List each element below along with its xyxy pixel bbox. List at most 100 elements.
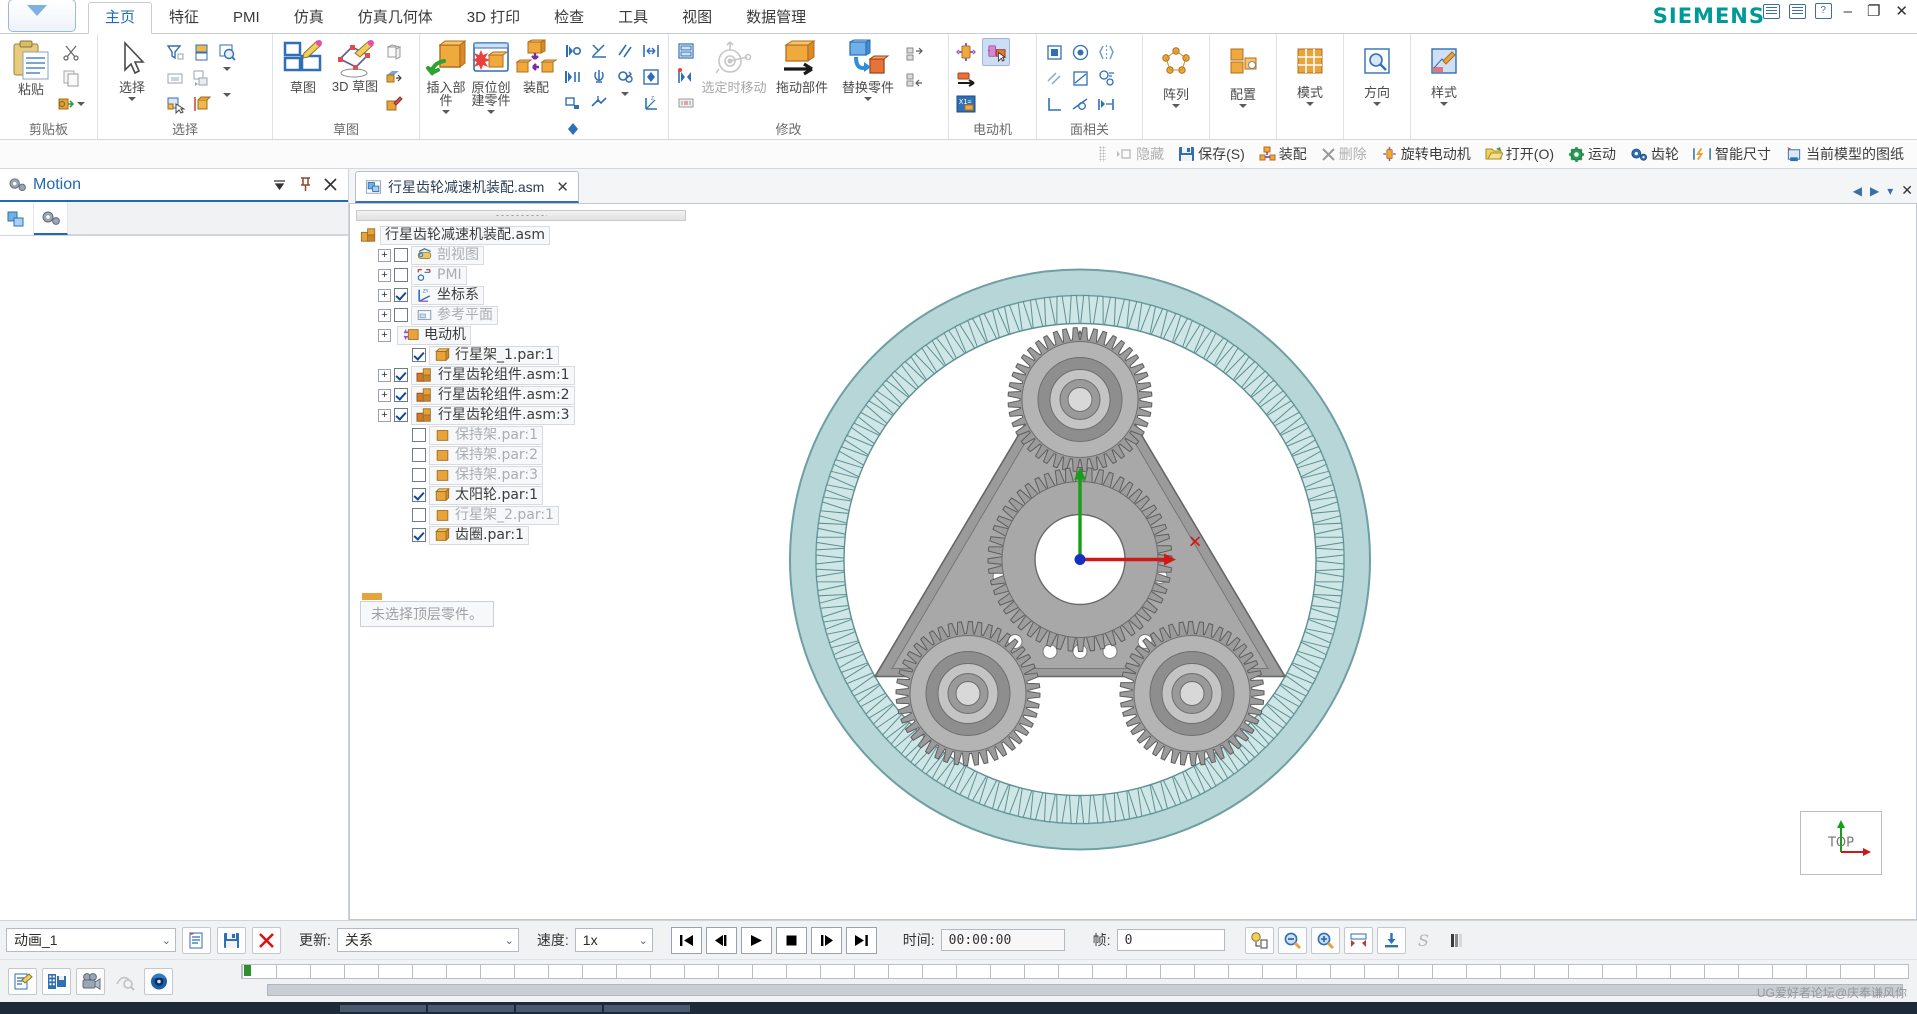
- tree-item-row[interactable]: + 行星齿轮组件.asm:1: [356, 365, 686, 385]
- save-animation-button[interactable]: [217, 926, 246, 954]
- align-left-icon[interactable]: [905, 45, 924, 64]
- document-tab-close-icon[interactable]: ✕: [556, 178, 569, 196]
- project-icon[interactable]: [385, 69, 403, 87]
- configuration-button[interactable]: 配置: [1214, 37, 1272, 108]
- skip-to-start-button[interactable]: [670, 926, 702, 954]
- paste-button[interactable]: 粘贴: [4, 37, 58, 96]
- find-icon[interactable]: [218, 43, 237, 62]
- tree-item-checkbox[interactable]: [394, 388, 408, 402]
- panel-pin-icon[interactable]: [296, 177, 315, 192]
- tree-drag-handle[interactable]: [356, 210, 686, 221]
- tree-expand-icon[interactable]: +: [378, 268, 391, 282]
- ribbon-tab-tools[interactable]: 工具: [601, 2, 665, 33]
- tree-item-checkbox[interactable]: [394, 308, 408, 322]
- camera-button[interactable]: [76, 967, 105, 995]
- disperse-icon[interactable]: [676, 93, 696, 113]
- graphics-window[interactable]: ✕ 行星齿轮减速机装配.asm + 剖视图 + PMI + ZY 坐标系 + 参考平面 + 电动机行…: [349, 203, 1917, 920]
- document-close-icon[interactable]: ✕: [1901, 182, 1913, 199]
- gear-relation-icon[interactable]: [616, 68, 634, 86]
- command-bar-grip[interactable]: [1099, 146, 1107, 162]
- tree-item-checkbox[interactable]: [394, 288, 408, 302]
- tree-item-row[interactable]: + 电动机: [356, 325, 686, 345]
- rotary-motor-icon[interactable]: [955, 41, 977, 63]
- angle-icon[interactable]: [590, 42, 608, 60]
- cylindrical-face-icon[interactable]: [1071, 43, 1090, 62]
- align-face-icon[interactable]: [1097, 95, 1116, 114]
- maximize-button[interactable]: ❐: [1864, 2, 1883, 20]
- time-field[interactable]: 00:00:00: [940, 929, 1065, 951]
- angled-face-icon[interactable]: [1071, 69, 1090, 88]
- rotary-motor-command[interactable]: 旋转电动机: [1374, 144, 1478, 164]
- motion-command[interactable]: 运动: [1561, 144, 1623, 164]
- select-stack-icon[interactable]: [192, 43, 211, 62]
- center-plane-icon[interactable]: [642, 68, 660, 86]
- animation-select[interactable]: 动画_1 ⌄: [6, 928, 176, 952]
- ribbon-minimize-icon[interactable]: [1788, 3, 1806, 19]
- tree-item-checkbox[interactable]: [412, 488, 426, 502]
- coord-relation-icon[interactable]: Z: [642, 94, 660, 112]
- assemble-button[interactable]: 装配: [514, 37, 558, 94]
- tree-item-checkbox[interactable]: [412, 428, 426, 442]
- select-window-icon[interactable]: [166, 69, 185, 88]
- panel-close-icon[interactable]: [321, 178, 340, 191]
- cut-icon[interactable]: [62, 43, 80, 61]
- move-on-select-button[interactable]: 选定时移动: [699, 37, 769, 94]
- zoom-out-button[interactable]: [1277, 926, 1307, 954]
- ribbon-tab-feature[interactable]: 特征: [152, 2, 216, 33]
- ribbon-tab-inspect[interactable]: 检查: [537, 2, 601, 33]
- tree-expand-icon[interactable]: +: [378, 288, 391, 302]
- hide-command[interactable]: 隐藏: [1109, 144, 1171, 164]
- current-model-drawing-command[interactable]: 当前模型的图纸: [1778, 144, 1911, 164]
- fit-button[interactable]: [1343, 926, 1373, 954]
- mirror-face-icon[interactable]: [1097, 43, 1116, 62]
- tree-item-row[interactable]: + 参考平面: [356, 305, 686, 325]
- connect-icon[interactable]: [590, 94, 608, 112]
- parallel-face-icon[interactable]: [1045, 69, 1064, 88]
- speed-select[interactable]: 1x ⌄: [574, 928, 653, 952]
- ribbon-tab-data-management[interactable]: 数据管理: [729, 2, 823, 33]
- play-button[interactable]: [740, 926, 772, 954]
- tree-item-checkbox[interactable]: [394, 368, 408, 382]
- new-animation-button[interactable]: [182, 926, 211, 954]
- tree-expand-icon[interactable]: +: [378, 248, 391, 262]
- mirror-components-icon[interactable]: [676, 41, 696, 61]
- tree-expand-icon[interactable]: +: [378, 368, 391, 382]
- delete-animation-button[interactable]: [252, 926, 281, 954]
- tab-prev-icon[interactable]: ◀: [1853, 184, 1862, 198]
- timeline-scrollbar[interactable]: [267, 984, 1903, 996]
- tree-item-row[interactable]: + 行星齿轮组件.asm:3: [356, 405, 686, 425]
- ribbon-display-options-icon[interactable]: [1762, 3, 1780, 19]
- sketch-button[interactable]: 草图: [277, 37, 329, 94]
- tree-item-row[interactable]: 齿圈.par:1: [356, 525, 686, 545]
- tangent-face-icon[interactable]: [1071, 95, 1090, 114]
- edit-sketch-icon[interactable]: [385, 95, 403, 113]
- taskbar-item[interactable]: [428, 1004, 514, 1012]
- copy-icon[interactable]: [62, 69, 80, 87]
- save-movie-button[interactable]: [42, 967, 71, 995]
- tree-item-row[interactable]: 行星架_1.par:1: [356, 345, 686, 365]
- select-similar-icon[interactable]: [166, 95, 185, 114]
- panel-dropdown-icon[interactable]: [269, 178, 290, 192]
- open-command[interactable]: 打开(O): [1478, 144, 1561, 164]
- chevron-down-icon[interactable]: [621, 91, 629, 111]
- motor-variables-icon[interactable]: X1=: [955, 93, 977, 115]
- tree-root-row[interactable]: 行星齿轮减速机装配.asm: [356, 225, 686, 245]
- save-command[interactable]: 保存(S): [1171, 144, 1252, 164]
- axial-align-icon[interactable]: [564, 68, 582, 86]
- perpendicular-face-icon[interactable]: [1045, 95, 1064, 114]
- tree-item-checkbox[interactable]: [412, 528, 426, 542]
- pattern-copy-icon[interactable]: [676, 67, 696, 87]
- insert-part-button[interactable]: 插入部件: [424, 37, 468, 114]
- ribbon-tab-simulation[interactable]: 仿真: [277, 2, 341, 33]
- tree-expand-icon[interactable]: +: [378, 388, 391, 402]
- mate-icon[interactable]: [564, 42, 582, 60]
- tree-item-row[interactable]: + 行星齿轮组件.asm:2: [356, 385, 686, 405]
- drag-component-button[interactable]: 拖动部件: [769, 37, 835, 94]
- tree-item-row[interactable]: 保持架.par:1: [356, 425, 686, 445]
- update-select[interactable]: 关系 ⌄: [336, 928, 519, 952]
- tree-item-row[interactable]: + ZY 坐标系: [356, 285, 686, 305]
- taskbar-item[interactable]: [340, 1004, 426, 1012]
- select-face-icon[interactable]: [192, 95, 211, 114]
- select-filter-icon[interactable]: [166, 43, 185, 62]
- copy-sketch-icon[interactable]: [385, 43, 403, 61]
